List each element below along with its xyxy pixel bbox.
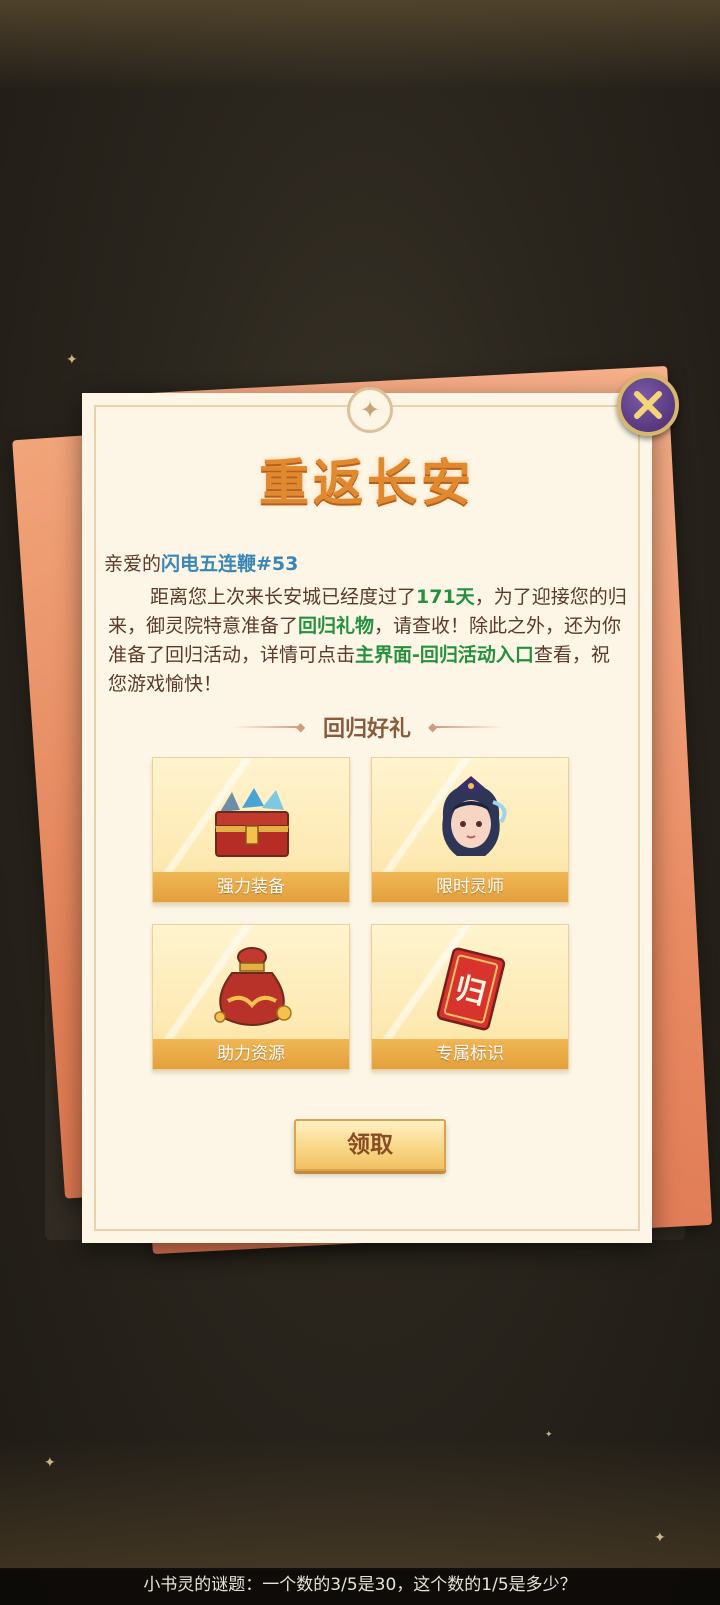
sparkle-icon: ✦ <box>545 1430 553 1440</box>
reward-tile-badge[interactable]: 归 专属标识 <box>371 924 569 1070</box>
moon-emblem-icon: ✦ <box>347 387 393 433</box>
riddle-hint-text: 小书灵的谜题：一个数的3/5是30，这个数的1/5是多少？ <box>143 1575 577 1595</box>
entry-highlight: 主界面-回归活动入口 <box>355 644 534 666</box>
claim-button[interactable]: 领取 <box>294 1119 446 1171</box>
greeting-prefix: 亲爱的 <box>104 553 162 575</box>
days-away: 171天 <box>416 586 475 608</box>
sparkle-icon: ✦ <box>66 352 78 368</box>
sparkle-icon: ✦ <box>44 1455 56 1471</box>
resource-bag-icon <box>214 947 292 1026</box>
reward-label: 限时灵师 <box>372 872 568 902</box>
background-top-swirl <box>0 0 720 90</box>
return-dialog: ✦ 重返长安 亲爱的闪电五连鞭#53 距离您上次来长安城已经度过了171天，为了… <box>82 387 652 1243</box>
reward-tile-spirit-master[interactable]: 限时灵师 <box>371 757 569 903</box>
greeting: 亲爱的闪电五连鞭#53 <box>104 549 298 576</box>
reward-tile-equipment[interactable]: 强力装备 <box>152 757 350 903</box>
section-title: 回归好礼 <box>322 717 411 742</box>
riddle-hint-bar: 小书灵的谜题：一个数的3/5是30，这个数的1/5是多少？ <box>0 1568 720 1605</box>
player-name: 闪电五连鞭#53 <box>161 553 299 575</box>
sparkle-icon: ✦ <box>654 1530 666 1546</box>
close-button[interactable] <box>617 374 679 436</box>
section-divider-right <box>434 726 504 728</box>
character-portrait-icon <box>442 776 507 856</box>
background-bottom-swirl <box>0 1440 720 1570</box>
reward-label: 强力装备 <box>153 872 349 902</box>
dialog-message: 距离您上次来长安城已经度过了171天，为了迎接您的归来，御灵院特意准备了回归礼物… <box>108 583 628 699</box>
close-icon <box>634 391 662 419</box>
gift-highlight: 回归礼物 <box>298 615 375 637</box>
reward-tile-resources[interactable]: 助力资源 <box>152 924 350 1070</box>
message-text: 距离您上次来长安城已经度过了 <box>150 586 417 608</box>
treasure-chest-icon <box>215 788 289 857</box>
reward-label: 专属标识 <box>372 1039 568 1069</box>
reward-label: 助力资源 <box>153 1039 349 1069</box>
dialog-title: 重返长安 <box>259 453 475 512</box>
red-badge-icon: 归 <box>436 947 506 1031</box>
